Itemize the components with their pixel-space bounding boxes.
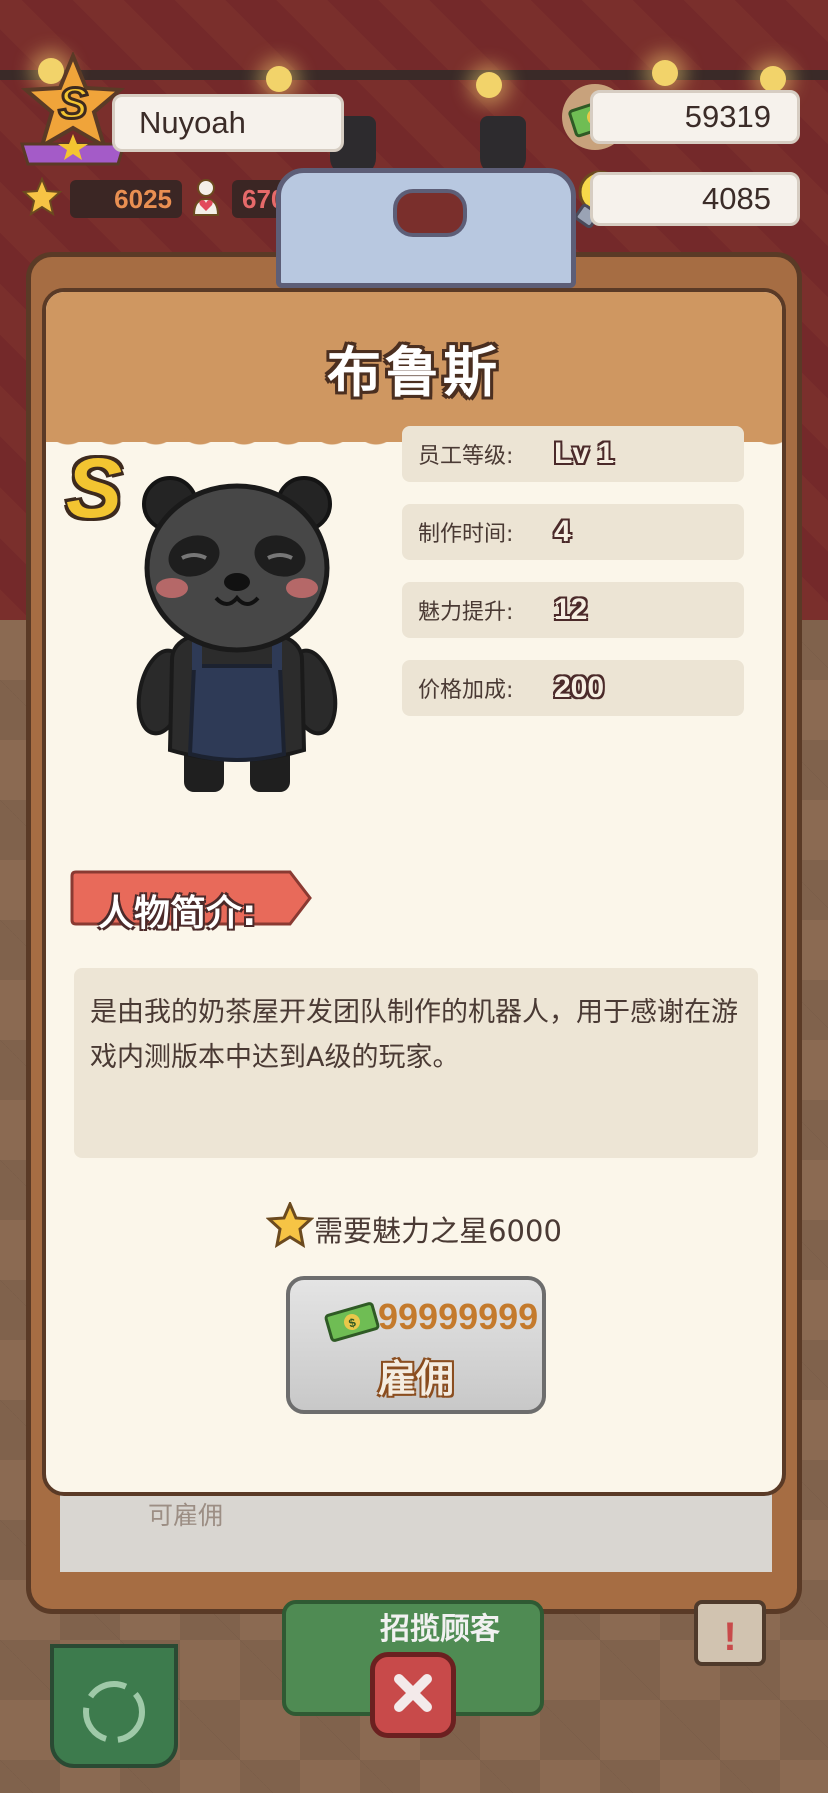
string-light — [476, 72, 502, 98]
star-icon — [21, 176, 63, 221]
stat-price-bonus-value: 200 — [554, 671, 605, 704]
employee-card: 布鲁斯 S 员工等级: Lv 1 制作时间: 4 魅力提升: 12 价格加成: … — [42, 288, 786, 1496]
string-light — [760, 66, 786, 92]
star-icon — [265, 1200, 315, 1255]
stat-price-bonus: 价格加成: 200 — [402, 660, 744, 716]
bio-text: 是由我的奶茶屋开发团队制作的机器人，用于感谢在游戏内测版本中达到A级的玩家。 — [74, 968, 758, 1158]
player-name: Nuyoah — [112, 94, 344, 152]
stat-craft-time-value: 4 — [554, 515, 571, 548]
clipboard-clip — [276, 168, 576, 288]
close-button[interactable] — [370, 1652, 456, 1738]
stars-counter: 6025 — [21, 176, 182, 221]
money-value: 59319 — [590, 90, 800, 144]
stars-value: 6025 — [70, 180, 182, 218]
hire-label: 雇佣 — [377, 1357, 454, 1401]
spotlight — [480, 116, 526, 176]
bio-tag-label: 人物简介: — [98, 893, 257, 934]
recycle-bin-icon[interactable] — [50, 1644, 178, 1768]
fan-heart-icon — [186, 177, 226, 221]
svg-text:!: ! — [723, 1615, 736, 1659]
hireable-status: 可雇佣 — [148, 1501, 224, 1530]
stat-craft-time: 制作时间: 4 — [402, 504, 744, 560]
close-icon — [389, 1669, 437, 1721]
stat-level-value: Lv 1 — [554, 437, 615, 470]
hire-price: 99999999 — [378, 1296, 539, 1337]
rank-letter: S — [58, 79, 87, 128]
stat-charm: 魅力提升: 12 — [402, 582, 744, 638]
employee-rank: S — [66, 441, 123, 535]
stat-craft-time-label: 制作时间: — [418, 522, 514, 547]
employee-name: 布鲁斯 — [327, 341, 501, 404]
hire-button[interactable]: $ 99999999 雇佣 — [286, 1276, 546, 1414]
hire-requirement-text: 需要魅力之星6000 — [314, 1213, 562, 1248]
stat-charm-label: 魅力提升: — [418, 600, 514, 625]
string-light — [652, 60, 678, 86]
notice-icon[interactable]: ! — [694, 1600, 766, 1666]
hire-requirement: 需要魅力之星6000 — [46, 1200, 782, 1255]
stat-price-bonus-label: 价格加成: — [418, 678, 514, 703]
cash-icon: $ — [324, 1300, 380, 1348]
attract-customers-label: 招揽顾客 — [380, 1612, 500, 1647]
stat-level-label: 员工等级: — [418, 444, 514, 469]
stat-charm-value: 12 — [554, 593, 588, 626]
bulb-value: 4085 — [590, 172, 800, 226]
panda-character — [132, 470, 342, 804]
stat-level: 员工等级: Lv 1 — [402, 426, 744, 482]
string-light — [266, 66, 292, 92]
